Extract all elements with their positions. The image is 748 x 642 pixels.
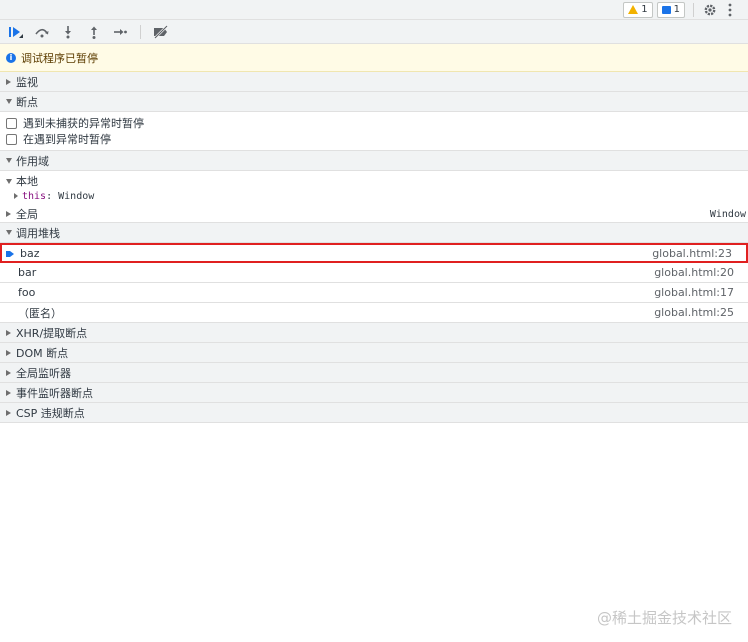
scope-global-value: Window <box>709 208 746 220</box>
expand-arrow-icon <box>6 329 11 336</box>
call-frame-name: foo <box>18 286 36 299</box>
more-icon[interactable] <box>722 2 738 18</box>
section-scope-label: 作用域 <box>16 154 49 168</box>
call-stack-list: baz global.html:23 bar global.html:20 fo… <box>0 243 748 323</box>
expand-arrow-icon <box>14 193 18 199</box>
expand-arrow-icon <box>6 211 11 217</box>
debugger-toolbar <box>0 20 748 44</box>
section-csp-label: CSP 违规断点 <box>16 406 85 420</box>
section-event-listeners-label: 事件监听器断点 <box>16 386 93 400</box>
section-call-stack[interactable]: 调用堆栈 <box>0 223 748 243</box>
warnings-badge[interactable]: 1 <box>623 1 653 18</box>
collapse-arrow-icon <box>6 99 12 104</box>
toolbar-divider <box>693 2 694 17</box>
top-toolbar: 1 1 <box>0 0 748 20</box>
message-icon <box>661 5 671 14</box>
section-event-listener-breakpoints[interactable]: 事件监听器断点 <box>0 383 748 403</box>
scope-global[interactable]: 全局 Window <box>0 206 748 222</box>
section-xhr-breakpoints[interactable]: XHR/提取断点 <box>0 323 748 343</box>
call-frame-location[interactable]: global.html:23 <box>652 247 746 260</box>
call-frame[interactable]: （匿名） global.html:25 <box>0 303 748 323</box>
section-scope[interactable]: 作用域 <box>0 151 748 171</box>
gear-icon[interactable] <box>702 2 718 18</box>
warning-count: 1 <box>641 4 648 15</box>
deactivate-breakpoints-icon[interactable] <box>151 22 171 42</box>
pause-uncaught-option[interactable]: 遇到未捕获的异常时暂停 <box>6 115 748 131</box>
scope-local-label: 本地 <box>16 175 38 188</box>
toolbar-divider <box>140 24 141 39</box>
collapse-arrow-icon <box>6 178 12 184</box>
call-frame-current[interactable]: baz global.html:23 <box>0 243 748 263</box>
section-global-listeners[interactable]: 全局监听器 <box>0 363 748 383</box>
call-frame[interactable]: bar global.html:20 <box>0 263 748 283</box>
call-frame-location[interactable]: global.html:25 <box>654 306 748 319</box>
step-over-icon[interactable] <box>32 22 52 42</box>
expand-arrow-icon <box>6 409 11 416</box>
this-key: this <box>22 190 47 202</box>
pause-caught-option[interactable]: 在遇到异常时暂停 <box>6 131 748 147</box>
section-watch[interactable]: 监视 <box>0 72 748 92</box>
this-value: Window <box>58 190 95 202</box>
pause-uncaught-checkbox[interactable] <box>6 117 17 129</box>
section-breakpoints-label: 断点 <box>16 95 38 109</box>
messages-badge[interactable]: 1 <box>656 1 685 18</box>
section-watch-label: 监视 <box>16 75 38 89</box>
paused-banner: i 调试程序已暂停 <box>0 44 748 72</box>
watermark: @稀土掘金技术社区 <box>596 609 732 627</box>
expand-arrow-icon <box>6 78 11 85</box>
call-frame[interactable]: foo global.html:17 <box>0 283 748 303</box>
scope-local[interactable]: 本地 <box>0 173 748 189</box>
section-call-stack-label: 调用堆栈 <box>16 226 60 240</box>
call-frame-name: baz <box>20 246 40 260</box>
message-count: 1 <box>673 4 680 15</box>
call-frame-location[interactable]: global.html:17 <box>654 286 748 299</box>
this-colon: : <box>46 190 59 202</box>
collapse-arrow-icon <box>6 230 12 235</box>
info-icon: i <box>6 52 16 63</box>
pause-caught-label: 在遇到异常时暂停 <box>23 133 111 146</box>
expand-arrow-icon <box>6 389 11 396</box>
section-global-listeners-label: 全局监听器 <box>16 366 71 380</box>
section-dom-breakpoints[interactable]: DOM 断点 <box>0 343 748 363</box>
step-into-icon[interactable] <box>58 22 78 42</box>
scope-body: 本地 this : Window 全局 Window <box>0 171 748 223</box>
pause-uncaught-label: 遇到未捕获的异常时暂停 <box>23 117 144 130</box>
collapse-arrow-icon <box>6 158 12 163</box>
scope-this-row[interactable]: this : Window <box>0 189 748 203</box>
call-frame-location[interactable]: global.html:20 <box>654 266 748 279</box>
expand-arrow-icon <box>6 349 11 356</box>
call-frame-name: （匿名） <box>18 306 62 320</box>
step-icon[interactable] <box>110 22 130 42</box>
step-out-icon[interactable] <box>84 22 104 42</box>
pause-caught-checkbox[interactable] <box>6 133 17 145</box>
section-xhr-label: XHR/提取断点 <box>16 326 88 340</box>
expand-arrow-icon <box>6 369 11 376</box>
resume-icon[interactable] <box>6 22 26 42</box>
call-frame-name: bar <box>18 266 37 279</box>
scope-global-label: 全局 <box>16 208 38 221</box>
paused-text: 调试程序已暂停 <box>21 51 98 65</box>
breakpoints-body: 遇到未捕获的异常时暂停 在遇到异常时暂停 <box>0 112 748 151</box>
section-csp-breakpoints[interactable]: CSP 违规断点 <box>0 403 748 423</box>
section-breakpoints[interactable]: 断点 <box>0 92 748 112</box>
current-frame-arrow-icon <box>6 251 14 257</box>
warning-icon <box>628 5 639 14</box>
section-dom-label: DOM 断点 <box>16 346 69 360</box>
